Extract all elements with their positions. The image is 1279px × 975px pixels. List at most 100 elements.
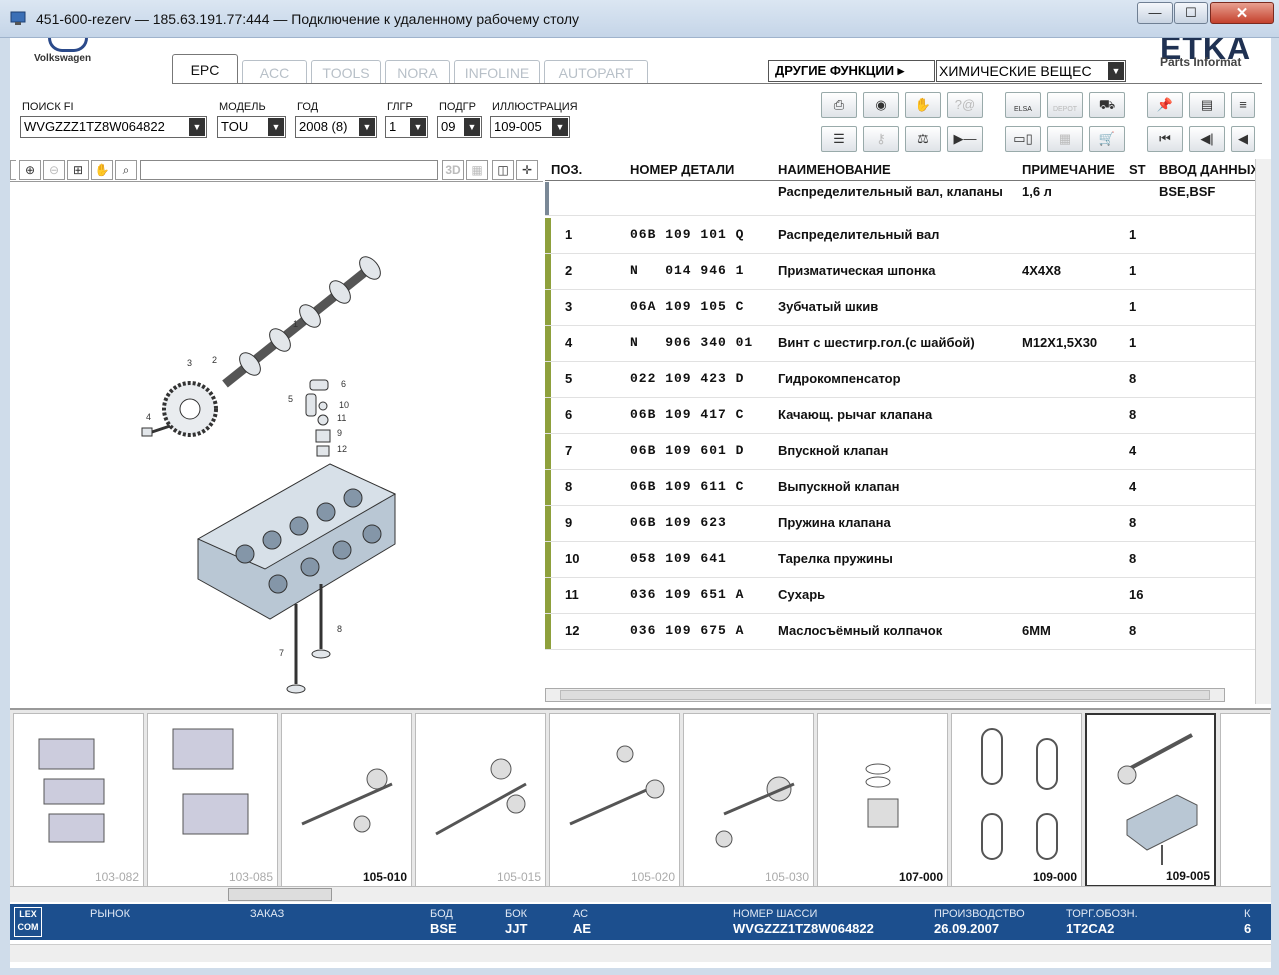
- chevron-down-icon[interactable]: ▼: [552, 118, 568, 136]
- thumbnails-scrollbar[interactable]: [10, 886, 1271, 902]
- table-row[interactable]: 2 N 014 946 1 Призматическая шпонка 4X4X…: [545, 254, 1255, 290]
- col-st[interactable]: ST: [1129, 162, 1146, 177]
- search-fi-field[interactable]: WVGZZZ1TZ8W064822 ▼: [20, 116, 207, 138]
- stack-button[interactable]: ▦: [1047, 126, 1083, 152]
- scrollbar-thumb[interactable]: [560, 690, 1210, 700]
- key-button[interactable]: ⚷: [863, 126, 899, 152]
- notes-button[interactable]: ≡: [1231, 92, 1255, 118]
- sub-group-select[interactable]: 09 ▼: [437, 116, 482, 138]
- print-button[interactable]: ⎙: [821, 92, 857, 118]
- pin-button[interactable]: 📌: [1147, 92, 1183, 118]
- col-part-no[interactable]: НОМЕР ДЕТАЛИ: [630, 162, 734, 177]
- table-row[interactable]: 12 036 109 675 A Маслосъёмный колпачок 6…: [545, 614, 1255, 650]
- main-group-select[interactable]: 1 ▼: [385, 116, 428, 138]
- tab-autopart[interactable]: AUTOPART: [544, 60, 648, 84]
- tab-acc[interactable]: ACC: [242, 60, 307, 84]
- illustration-select[interactable]: 109-005 ▼: [490, 116, 570, 138]
- tab-nora[interactable]: NORA: [385, 60, 450, 84]
- thumbnail-selected[interactable]: 109-005: [1085, 713, 1216, 887]
- elsa-button[interactable]: ELSA: [1005, 92, 1041, 118]
- thumbnail[interactable]: 105-015: [415, 713, 546, 887]
- prev-button[interactable]: ◀|: [1189, 126, 1225, 152]
- zoom-in-button[interactable]: ⊕: [19, 160, 41, 180]
- split-view-button[interactable]: ◫: [492, 160, 514, 180]
- 3d-button[interactable]: 3D: [442, 160, 464, 180]
- row-pos: 9: [565, 515, 573, 530]
- cart-button[interactable]: 🛒: [1089, 126, 1125, 152]
- thumbnail[interactable]: 105-020: [549, 713, 680, 887]
- zoom-out-button[interactable]: ⊖: [43, 160, 65, 180]
- chevron-down-icon[interactable]: ▼: [410, 118, 426, 136]
- chevron-down-icon[interactable]: ▼: [1108, 62, 1124, 80]
- table-row[interactable]: 3 06A 109 105 C Зубчатый шкив 1: [545, 290, 1255, 326]
- minimize-icon: —: [1148, 5, 1162, 20]
- book-button[interactable]: ▤: [1189, 92, 1225, 118]
- first-button[interactable]: ⏮: [1147, 126, 1183, 152]
- cart-add-button[interactable]: ⛟: [1089, 92, 1125, 118]
- thumbnail-label: 107-000: [898, 870, 943, 884]
- table-row[interactable]: 1 06B 109 101 Q Распределительный вал 1: [545, 218, 1255, 254]
- tab-tools[interactable]: TOOLS: [311, 60, 381, 84]
- svg-text:5: 5: [288, 394, 293, 404]
- thumbnail-partial[interactable]: [1220, 713, 1270, 887]
- maximize-button[interactable]: ☐: [1174, 2, 1208, 24]
- year-select[interactable]: 2008 (8) ▼: [295, 116, 377, 138]
- model-select[interactable]: TOU ▼: [217, 116, 286, 138]
- back-button[interactable]: ◀: [1231, 126, 1255, 152]
- table-horizontal-scrollbar[interactable]: [545, 688, 1225, 702]
- vehicle-status-bar: LEX COM РЫНОК ЗАКАЗ БОД BSE БОК JJT АС A…: [10, 904, 1271, 940]
- chevron-down-icon[interactable]: ▼: [189, 118, 205, 136]
- row-marker: [545, 434, 551, 469]
- table-row[interactable]: 4 N 906 340 01 Винт с шестигр.гол.(с шай…: [545, 326, 1255, 362]
- scale-button[interactable]: ⚖: [905, 126, 941, 152]
- col-name[interactable]: НАИМЕНОВАНИЕ: [778, 162, 891, 177]
- col-note[interactable]: ПРИМЕЧАНИЕ: [1022, 162, 1115, 177]
- close-button[interactable]: ✕: [1210, 2, 1274, 24]
- thumbnail[interactable]: 105-010: [281, 713, 412, 887]
- thumbnail[interactable]: 103-082: [13, 713, 144, 887]
- compare-button[interactable]: ▭▯: [1005, 126, 1041, 152]
- window-horizontal-scrollbar[interactable]: [10, 944, 1271, 962]
- col-pos[interactable]: ПОЗ.: [551, 162, 582, 177]
- row-marker: [545, 470, 551, 505]
- table-row[interactable]: 8 06B 109 611 C Выпускной клапан 4: [545, 470, 1255, 506]
- other-functions-button[interactable]: ДРУГИЕ ФУНКЦИИ ▸: [768, 60, 935, 82]
- chevron-down-icon[interactable]: ▼: [359, 118, 375, 136]
- handshake-button[interactable]: ✋: [905, 92, 941, 118]
- grid-button[interactable]: ▦: [466, 160, 488, 180]
- table-row[interactable]: 5 022 109 423 D Гидрокомпенсатор 8: [545, 362, 1255, 398]
- table-vertical-scrollbar[interactable]: [1255, 159, 1271, 704]
- crosshair-button[interactable]: ✛: [516, 160, 538, 180]
- zoom-fit-button[interactable]: ⊞: [67, 160, 89, 180]
- list-button[interactable]: ☰: [821, 126, 857, 152]
- search-button[interactable]: ⌕: [115, 160, 137, 180]
- table-row[interactable]: 11 036 109 651 A Сухарь 16: [545, 578, 1255, 614]
- chevron-down-icon[interactable]: ▼: [464, 118, 480, 136]
- zoom-hand-button[interactable]: ✋: [91, 160, 113, 180]
- thumbnail[interactable]: 107-000: [817, 713, 948, 887]
- play-button[interactable]: ▶—: [947, 126, 983, 152]
- col-data[interactable]: ВВОД ДАННЫХ: [1159, 162, 1259, 177]
- thumbnail[interactable]: 103-085: [147, 713, 278, 887]
- chemicals-select[interactable]: ХИМИЧЕСКИЕ ВЕЩЕС ▼: [936, 60, 1126, 82]
- thumbnail[interactable]: 109-000: [951, 713, 1082, 887]
- main-group-value: 1: [389, 119, 397, 134]
- minimize-button[interactable]: —: [1137, 2, 1173, 24]
- scrollbar-thumb[interactable]: [228, 888, 332, 901]
- chevron-down-icon[interactable]: ▼: [268, 118, 284, 136]
- row-st: 8: [1129, 551, 1137, 566]
- tab-infoline[interactable]: INFOLINE: [454, 60, 540, 84]
- help-button[interactable]: ?@: [947, 92, 983, 118]
- parts-info-button[interactable]: ◉: [863, 92, 899, 118]
- table-row[interactable]: 10 058 109 641 Тарелка пружины 8: [545, 542, 1255, 578]
- exploded-drawing[interactable]: 1 2 3 4 5 6 7 8 9 10 11 12: [10, 184, 543, 704]
- table-row[interactable]: 6 06B 109 417 C Качающ. рычаг клапана 8: [545, 398, 1255, 434]
- search-input[interactable]: [140, 160, 438, 180]
- svg-text:6: 6: [341, 379, 346, 389]
- table-row[interactable]: 7 06B 109 601 D Впускной клапан 4: [545, 434, 1255, 470]
- tab-epc[interactable]: EPC: [172, 54, 238, 84]
- table-row[interactable]: 9 06B 109 623 Пружина клапана 8: [545, 506, 1255, 542]
- table-group-row[interactable]: Распределительный вал, клапаны 1,6 л BSE…: [545, 182, 1255, 216]
- thumbnail[interactable]: 105-030: [683, 713, 814, 887]
- depot-button[interactable]: DEPOT: [1047, 92, 1083, 118]
